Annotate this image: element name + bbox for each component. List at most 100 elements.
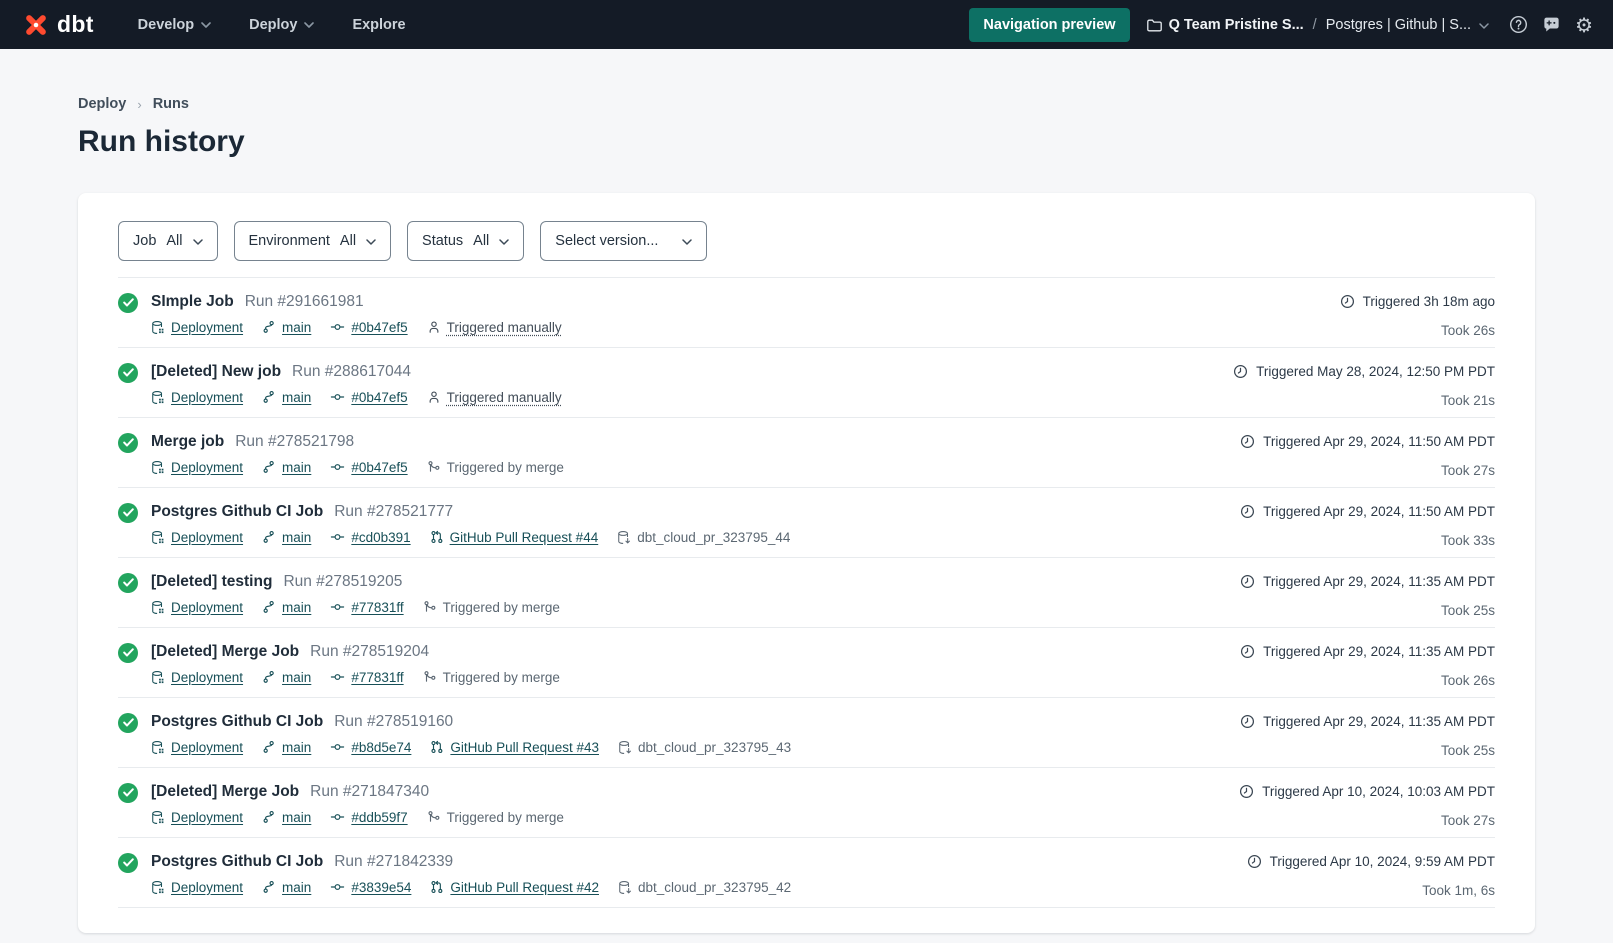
detail-text: GitHub Pull Request #42 bbox=[450, 880, 599, 895]
run-detail-pull-request[interactable]: GitHub Pull Request #43 bbox=[430, 740, 599, 755]
run-detail-git-branch[interactable]: main bbox=[262, 810, 311, 825]
run-detail-git-branch[interactable]: main bbox=[262, 460, 311, 475]
run-detail-deployment[interactable]: Deployment bbox=[151, 530, 243, 545]
detail-text: Deployment bbox=[171, 670, 243, 685]
run-success-icon bbox=[118, 713, 138, 733]
run-detail-pull-request[interactable]: GitHub Pull Request #44 bbox=[430, 530, 599, 545]
run-details: Deployment main #3839e54 GitHub Pull Reques… bbox=[151, 880, 1247, 895]
detail-text: #cd0b391 bbox=[351, 530, 410, 545]
git-branch-icon bbox=[262, 880, 276, 894]
gear-icon[interactable]: ⚙ bbox=[1575, 15, 1593, 35]
feedback-icon[interactable] bbox=[1542, 15, 1561, 34]
environment-filter-dropdown[interactable]: Environment All bbox=[234, 221, 392, 261]
chevron-down-icon bbox=[193, 239, 203, 245]
project-selector[interactable]: Q Team Pristine S... bbox=[1146, 17, 1304, 33]
deployment-icon bbox=[151, 600, 165, 615]
chevron-down-icon bbox=[682, 239, 692, 245]
run-detail-deployment[interactable]: Deployment bbox=[151, 810, 243, 825]
detail-text: #77831ff bbox=[351, 670, 403, 685]
run-detail-git-branch[interactable]: main bbox=[262, 600, 311, 615]
person-icon bbox=[427, 390, 441, 404]
environment-selector[interactable]: Postgres | Github | S... bbox=[1326, 17, 1489, 33]
run-number: Run #278521798 bbox=[235, 432, 354, 452]
pull-request-icon bbox=[430, 530, 444, 544]
run-row[interactable]: [Deleted] testing Run #278519205 Deploym… bbox=[118, 558, 1495, 628]
run-detail-deployment[interactable]: Deployment bbox=[151, 740, 243, 755]
clock-icon bbox=[1240, 574, 1255, 589]
run-detail-git-branch[interactable]: main bbox=[262, 740, 311, 755]
schema-icon bbox=[618, 740, 632, 755]
run-row[interactable]: Postgres Github CI Job Run #278519160 De… bbox=[118, 698, 1495, 768]
run-row[interactable]: [Deleted] Merge Job Run #271847340 Deplo… bbox=[118, 768, 1495, 838]
run-detail-deployment[interactable]: Deployment bbox=[151, 460, 243, 475]
run-detail-git-branch[interactable]: main bbox=[262, 320, 311, 335]
run-row[interactable]: Merge job Run #278521798 Deploymentmain#… bbox=[118, 418, 1495, 488]
environment-name: Postgres | Github | S... bbox=[1326, 17, 1471, 33]
nav-item-explore[interactable]: Explore bbox=[352, 17, 405, 33]
run-number: Run #291661981 bbox=[245, 292, 364, 312]
status-filter-dropdown[interactable]: Status All bbox=[407, 221, 524, 261]
nav-item-deploy[interactable]: Deploy bbox=[249, 17, 314, 33]
help-icon[interactable] bbox=[1509, 15, 1528, 34]
run-detail-git-commit[interactable]: #b8d5e74 bbox=[330, 740, 411, 755]
run-detail-git-commit[interactable]: #77831ff bbox=[330, 670, 403, 685]
run-detail-git-branch[interactable]: main bbox=[262, 880, 311, 895]
run-detail-deployment[interactable]: Deployment bbox=[151, 320, 243, 335]
run-detail-pull-request[interactable]: GitHub Pull Request #42 bbox=[430, 880, 599, 895]
run-row[interactable]: [Deleted] New job Run #288617044 Deploym… bbox=[118, 348, 1495, 418]
clock-icon bbox=[1240, 644, 1255, 659]
run-detail-git-commit[interactable]: #cd0b391 bbox=[330, 530, 410, 545]
project-name: Q Team Pristine S... bbox=[1169, 17, 1304, 33]
detail-text: main bbox=[282, 880, 311, 895]
detail-text: main bbox=[282, 390, 311, 405]
detail-text: Deployment bbox=[171, 600, 243, 615]
filter-label: Job bbox=[133, 233, 156, 249]
page-title: Run history bbox=[78, 125, 1613, 160]
top-navigation-bar: dbt Develop Deploy Explore Navigation pr… bbox=[0, 0, 1613, 49]
run-detail-git-commit[interactable]: #0b47ef5 bbox=[330, 320, 407, 335]
triggered-text: Triggered Apr 29, 2024, 11:50 AM PDT bbox=[1263, 432, 1495, 452]
dbt-logo[interactable]: dbt bbox=[22, 11, 94, 39]
nav-item-develop[interactable]: Develop bbox=[138, 17, 211, 33]
detail-text: GitHub Pull Request #43 bbox=[450, 740, 599, 755]
run-detail-git-merge: Triggered by merge bbox=[427, 810, 564, 825]
run-detail-deployment[interactable]: Deployment bbox=[151, 880, 243, 895]
git-commit-icon bbox=[330, 320, 345, 334]
run-detail-deployment[interactable]: Deployment bbox=[151, 390, 243, 405]
run-detail-git-commit[interactable]: #ddb59f7 bbox=[330, 810, 407, 825]
run-detail-git-branch[interactable]: main bbox=[262, 390, 311, 405]
detail-text: Deployment bbox=[171, 390, 243, 405]
detail-text: Deployment bbox=[171, 810, 243, 825]
run-row[interactable]: SImple Job Run #291661981 Deploymentmain… bbox=[118, 278, 1495, 348]
nav-item-label: Explore bbox=[352, 17, 405, 33]
run-detail-git-commit[interactable]: #0b47ef5 bbox=[330, 460, 407, 475]
run-row[interactable]: Postgres Github CI Job Run #271842339 De… bbox=[118, 838, 1495, 908]
job-name: [Deleted] New job bbox=[151, 362, 281, 382]
run-row[interactable]: [Deleted] Merge Job Run #278519204 Deplo… bbox=[118, 628, 1495, 698]
breadcrumb-deploy[interactable]: Deploy bbox=[78, 96, 126, 112]
run-detail-git-commit[interactable]: #77831ff bbox=[330, 600, 403, 615]
triggered-text: Triggered May 28, 2024, 12:50 PM PDT bbox=[1256, 362, 1495, 382]
git-commit-icon bbox=[330, 530, 345, 544]
deployment-icon bbox=[151, 390, 165, 405]
job-filter-dropdown[interactable]: Job All bbox=[118, 221, 218, 261]
breadcrumb-runs[interactable]: Runs bbox=[153, 96, 189, 112]
run-row[interactable]: Postgres Github CI Job Run #278521777 De… bbox=[118, 488, 1495, 558]
detail-text: Triggered by merge bbox=[447, 460, 564, 475]
run-detail-git-branch[interactable]: main bbox=[262, 670, 311, 685]
run-number: Run #278519205 bbox=[283, 572, 402, 592]
detail-text: Deployment bbox=[171, 880, 243, 895]
run-detail-git-commit[interactable]: #3839e54 bbox=[330, 880, 411, 895]
detail-text: Triggered manually bbox=[447, 390, 562, 405]
chevron-down-icon bbox=[304, 22, 314, 28]
run-detail-deployment[interactable]: Deployment bbox=[151, 600, 243, 615]
version-filter-dropdown[interactable]: Select version... bbox=[540, 221, 707, 261]
filter-bar: Job All Environment All Status All Selec… bbox=[118, 221, 1495, 278]
run-detail-git-branch[interactable]: main bbox=[262, 530, 311, 545]
run-detail-deployment[interactable]: Deployment bbox=[151, 670, 243, 685]
navigation-preview-button[interactable]: Navigation preview bbox=[969, 8, 1129, 42]
run-details: Deployment main #ddb59f7 Triggered by merge bbox=[151, 810, 1239, 825]
detail-text: dbt_cloud_pr_323795_44 bbox=[637, 530, 790, 545]
run-detail-git-commit[interactable]: #0b47ef5 bbox=[330, 390, 407, 405]
git-branch-icon bbox=[262, 740, 276, 754]
